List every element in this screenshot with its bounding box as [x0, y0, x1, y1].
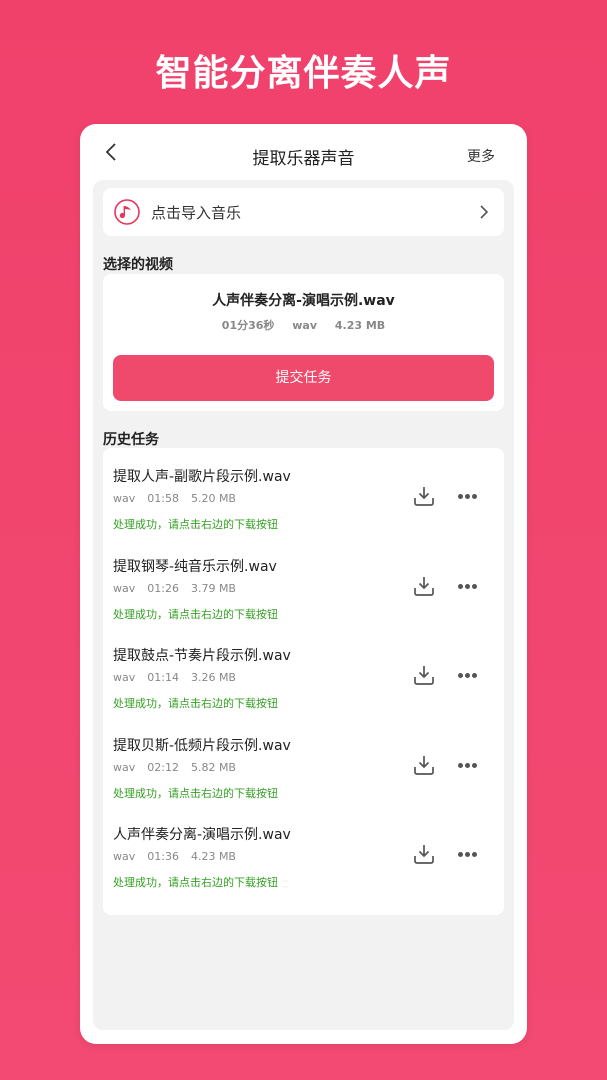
task-size: 3.26 MB	[190, 671, 236, 684]
task-status: 处理成功，请点击右边的下载按钮	[113, 608, 278, 621]
task-status: 处理成功，请点击右边的下载按钮	[113, 697, 278, 710]
chevron-right-icon	[480, 205, 489, 219]
download-icon[interactable]	[412, 663, 436, 687]
selected-format: wav	[292, 319, 318, 332]
task-size: 5.20 MB	[190, 492, 236, 505]
download-icon[interactable]	[412, 753, 436, 777]
selected-section-title: 选择的视频	[103, 257, 173, 273]
page-title: 提取乐器声音	[252, 149, 355, 169]
task-meta: wav 01:14 3.26 MB	[113, 671, 248, 684]
selected-duration: 01分36秒	[221, 319, 275, 332]
selected-file-meta: 01分36秒 wav 4.23 MB	[103, 317, 504, 333]
task-duration: 01:26	[147, 582, 179, 595]
task-status: 处理成功，请点击右边的下载按钮	[113, 787, 278, 800]
task-format: wav	[113, 850, 136, 863]
task-duration: 01:36	[147, 850, 179, 863]
import-music-button[interactable]: 点击导入音乐	[103, 188, 504, 236]
task-format: wav	[113, 761, 136, 774]
submit-task-button[interactable]: 提交任务	[113, 355, 494, 401]
list-item: 提取钢琴-纯音乐示例.wav wav 01:26 3.79 MB 处理成功，请点击右…	[103, 544, 504, 634]
task-status: 处理成功，请点击右边的下载按钮	[113, 876, 278, 889]
task-meta: wav 01:26 3.79 MB	[113, 582, 248, 595]
task-format: wav	[113, 582, 136, 595]
task-name: 提取钢琴-纯音乐示例.wav	[113, 559, 277, 575]
task-size: 3.79 MB	[190, 582, 236, 595]
download-icon[interactable]	[412, 842, 436, 866]
history-list: 提取人声-副歌片段示例.wav wav 01:58 5.20 MB 处理成功，请点击…	[103, 448, 504, 915]
banner-title: 智能分离伴奏人声	[155, 53, 452, 94]
content-area: 点击导入音乐 选择的视频 人声伴奏分离-演唱示例.wav 01分36秒 wav …	[93, 180, 514, 1030]
task-meta: wav 01:58 5.20 MB	[113, 492, 248, 505]
task-name: 提取人声-副歌片段示例.wav	[113, 469, 291, 485]
task-name: 提取鼓点-节奏片段示例.wav	[113, 648, 291, 664]
more-options-icon[interactable]	[458, 494, 480, 500]
more-options-icon[interactable]	[458, 852, 480, 858]
task-format: wav	[113, 492, 136, 505]
task-name: 人声伴奏分离-演唱示例.wav	[113, 827, 291, 843]
import-label: 点击导入音乐	[151, 204, 242, 222]
task-duration: 01:58	[147, 492, 179, 505]
task-status: 处理成功，请点击右边的下载按钮	[113, 518, 278, 531]
list-item: 提取贝斯-低频片段示例.wav wav 02:12 5.82 MB 处理成功，请点击…	[103, 723, 504, 813]
more-options-icon[interactable]	[458, 673, 480, 679]
more-button[interactable]: 更多	[467, 146, 495, 166]
selected-size: 4.23 MB	[334, 319, 386, 332]
history-section-title: 历史任务	[103, 432, 159, 448]
list-item: 人声伴奏分离-演唱示例.wav wav 01:36 4.23 MB 处理成功，请点击…	[103, 812, 504, 902]
selected-file-card: 人声伴奏分离-演唱示例.wav 01分36秒 wav 4.23 MB 提交任务	[103, 274, 504, 411]
task-size: 5.82 MB	[190, 761, 236, 774]
task-size: 4.23 MB	[190, 850, 236, 863]
task-meta: wav 01:36 4.23 MB	[113, 850, 248, 863]
top-bar: 提取乐器声音 更多	[80, 124, 527, 180]
download-icon[interactable]	[412, 574, 436, 598]
task-duration: 02:12	[147, 761, 179, 774]
list-item: 提取人声-副歌片段示例.wav wav 01:58 5.20 MB 处理成功，请点击…	[103, 454, 504, 544]
task-format: wav	[113, 671, 136, 684]
task-name: 提取贝斯-低频片段示例.wav	[113, 738, 291, 754]
list-item: 提取鼓点-节奏片段示例.wav wav 01:14 3.26 MB 处理成功，请点击…	[103, 633, 504, 723]
music-note-icon	[114, 199, 140, 225]
task-meta: wav 02:12 5.82 MB	[113, 761, 248, 774]
more-options-icon[interactable]	[458, 584, 480, 590]
download-icon[interactable]	[412, 484, 436, 508]
more-options-icon[interactable]	[458, 763, 480, 769]
task-duration: 01:14	[147, 671, 179, 684]
selected-file-name: 人声伴奏分离-演唱示例.wav	[212, 293, 395, 309]
app-window: 提取乐器声音 更多 点击导入音乐 选择的视频 人声伴奏分离-演唱示例.wav 0…	[80, 124, 527, 1044]
